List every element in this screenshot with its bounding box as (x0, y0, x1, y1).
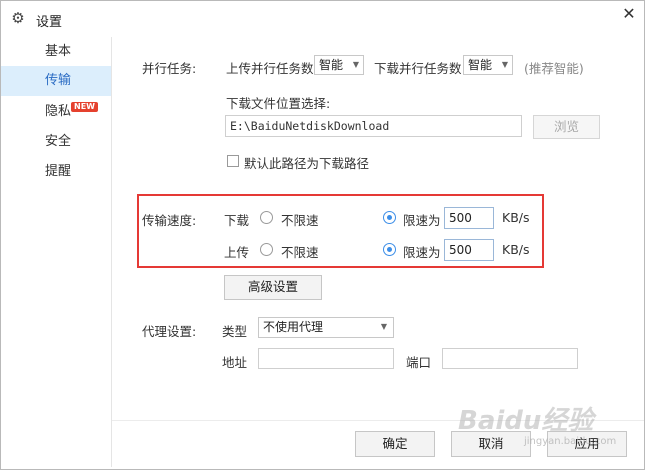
sidebar-item-label: 基本 (45, 44, 72, 59)
sidebar-item-label: 传输 (45, 73, 72, 88)
sidebar-item-transfer[interactable]: 传输 (1, 66, 111, 96)
upload-unlimited-label: 不限速 (281, 245, 319, 260)
advanced-settings-button[interactable]: 高级设置 (224, 275, 322, 300)
sidebar-item-privacy[interactable]: 隐私 NEW (1, 97, 111, 127)
proxy-address-field[interactable] (258, 348, 394, 369)
speed-label: 传输速度: (142, 213, 197, 228)
upload-limit-input[interactable]: 500 (444, 239, 494, 261)
download-limit-label: 限速为 (403, 213, 441, 228)
proxy-port-label: 端口 (406, 355, 432, 370)
download-speed-label: 下载 (224, 213, 250, 228)
sidebar-item-basic[interactable]: 基本 (1, 37, 111, 67)
download-parallel-label: 下载并行任务数 (374, 61, 462, 76)
proxy-address-label: 地址 (222, 355, 248, 370)
upload-parallel-select[interactable]: 智能 ▼ (314, 55, 364, 75)
sidebar-item-label: 提醒 (45, 164, 72, 179)
sidebar: 基本 传输 隐私 NEW 安全 提醒 (1, 37, 112, 467)
parallel-tasks-label: 并行任务: (142, 61, 197, 76)
download-path-field[interactable]: E:\BaiduNetdiskDownload (225, 115, 522, 137)
proxy-label: 代理设置: (142, 324, 197, 339)
upload-limit-label: 限速为 (403, 245, 441, 260)
baidu-watermark-url: jingyan.baidu.com (524, 436, 617, 447)
gear-icon: ⚙ (11, 9, 25, 27)
proxy-port-field[interactable] (442, 348, 578, 369)
download-limit-input[interactable]: 500 (444, 207, 494, 229)
download-unlimited-radio[interactable] (260, 211, 273, 224)
chevron-down-icon: ▼ (380, 322, 387, 331)
download-path-label: 下载文件位置选择: (226, 96, 331, 111)
new-badge: NEW (71, 102, 98, 112)
chevron-down-icon: ▼ (501, 60, 508, 69)
sidebar-item-reminder[interactable]: 提醒 (1, 157, 111, 187)
sidebar-item-label: 隐私 (45, 104, 72, 119)
baidu-watermark: Baidu经验 (458, 406, 594, 436)
default-path-checkbox[interactable] (227, 155, 239, 167)
recommend-hint: (推荐智能) (524, 61, 584, 76)
title-bar: ⚙ 设置 ✕ (0, 0, 645, 36)
upload-limit-radio[interactable] (383, 243, 396, 256)
proxy-type-label: 类型 (222, 324, 248, 339)
upload-unlimited-radio[interactable] (260, 243, 273, 256)
browse-button[interactable]: 浏览 (533, 115, 600, 139)
proxy-type-value: 不使用代理 (263, 320, 324, 334)
download-parallel-select[interactable]: 智能 ▼ (463, 55, 513, 75)
chevron-down-icon: ▼ (352, 60, 359, 69)
upload-speed-label: 上传 (224, 245, 250, 260)
download-parallel-value: 智能 (468, 58, 493, 72)
sidebar-item-label: 安全 (45, 134, 72, 149)
window-title: 设置 (36, 15, 63, 30)
close-icon[interactable]: ✕ (620, 5, 638, 23)
upload-parallel-value: 智能 (319, 58, 344, 72)
ok-button[interactable]: 确定 (355, 431, 435, 457)
sidebar-item-security[interactable]: 安全 (1, 127, 111, 157)
download-limit-radio[interactable] (383, 211, 396, 224)
upload-unit-label: KB/s (502, 242, 530, 257)
proxy-type-select[interactable]: 不使用代理 ▼ (258, 317, 394, 338)
download-unlimited-label: 不限速 (281, 213, 319, 228)
download-unit-label: KB/s (502, 210, 530, 225)
upload-parallel-label: 上传并行任务数 (226, 61, 314, 76)
default-path-checkbox-label: 默认此路径为下载路径 (244, 156, 370, 171)
